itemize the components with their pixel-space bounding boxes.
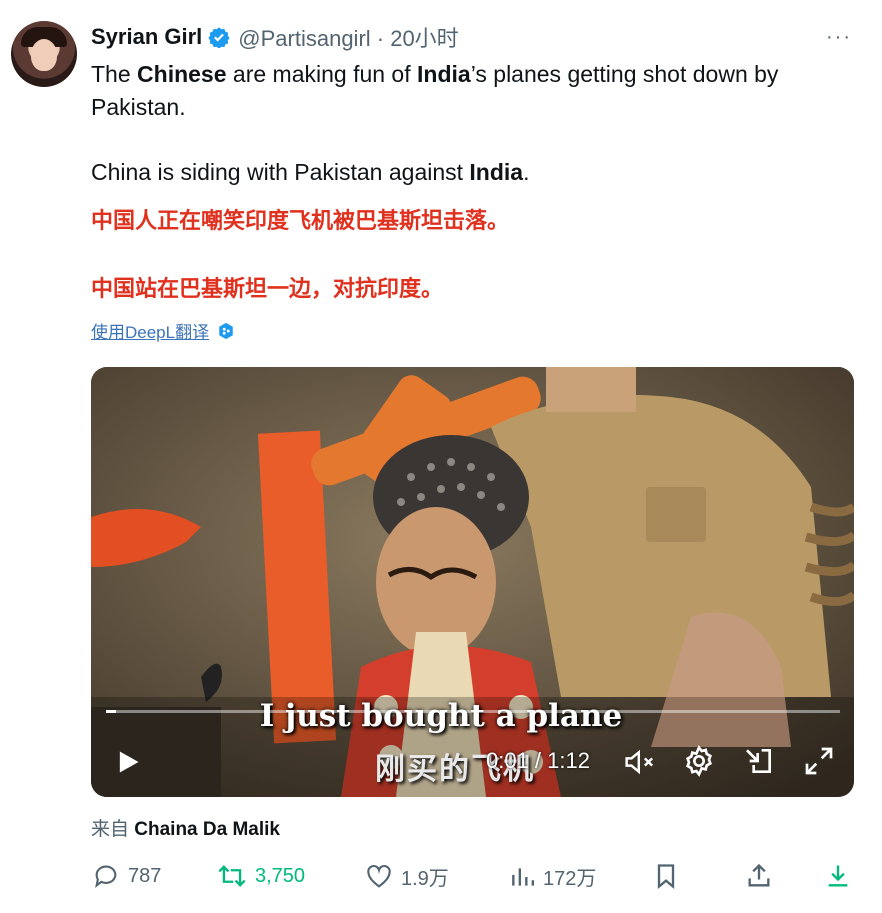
tweet-header: Syrian Girl @Partisangirl · 20小时 (91, 22, 459, 52)
reply-count: 787 (128, 864, 162, 887)
translate-link[interactable]: 使用DeepL翻译 (91, 318, 235, 343)
like-count: 1.9万 (401, 868, 449, 890)
chinese-text-line-2: 中国站在巴基斯坦一边，对抗印度。 (91, 277, 444, 302)
text-span: China is siding with Pakistan against (91, 159, 470, 185)
share-icon (748, 863, 770, 887)
tweet-action-bar: 787 3,750 1.9万 172万 (0, 860, 882, 896)
avatar-face (31, 39, 57, 71)
views-count: 172万 (543, 868, 597, 890)
video-time: 0:01 / 1:12 (486, 748, 590, 773)
download-button[interactable] (824, 862, 860, 890)
author-name[interactable]: Syrian Girl (91, 24, 202, 50)
reply-button[interactable]: 787 (92, 862, 161, 890)
reply-icon (95, 865, 117, 888)
play-icon[interactable] (114, 748, 142, 776)
text-span: are making fun of (226, 61, 418, 87)
text-bold: Chinese (137, 61, 227, 87)
video-progress-bar[interactable] (106, 710, 840, 713)
text-span: . (523, 159, 530, 185)
like-icon (367, 864, 391, 888)
translate-label: 使用DeepL翻译 (91, 323, 210, 342)
bookmark-button[interactable] (652, 862, 688, 890)
retweet-button[interactable]: 3,750 (217, 862, 305, 890)
views-icon (512, 867, 535, 886)
author-handle-time[interactable]: @Partisangirl · 20小时 (238, 21, 458, 53)
video-source: 来自 Chaina Da Malik (91, 814, 280, 841)
video-subtitle-en: I just bought a plane (259, 698, 623, 734)
download-icon (828, 865, 848, 887)
text-span: The (91, 61, 138, 87)
bookmark-icon (657, 864, 675, 889)
deepl-icon (219, 322, 233, 339)
fullscreen-icon[interactable] (803, 745, 835, 777)
tweet-text-paragraph-2: China is siding with Pakistan against In… (91, 156, 851, 189)
text-bold: India (469, 159, 524, 185)
retweet-count: 3,750 (255, 864, 306, 887)
mute-icon[interactable] (623, 746, 657, 778)
author-avatar[interactable] (11, 21, 77, 87)
video-progress-fill (106, 710, 117, 713)
like-button[interactable]: 1.9万 (365, 862, 449, 891)
source-name[interactable]: Chaina Da Malik (134, 819, 280, 840)
text-bold: India (417, 61, 471, 87)
source-prefix: 来自 (91, 819, 135, 840)
pip-icon[interactable] (743, 745, 775, 777)
settings-icon[interactable] (683, 745, 715, 777)
tweet-text-paragraph-1: The Chinese are making fun of India’s pl… (91, 58, 851, 124)
more-options-icon[interactable]: ··· (826, 26, 852, 48)
verified-badge-icon (208, 27, 230, 48)
share-button[interactable] (745, 862, 781, 890)
views-button[interactable]: 172万 (509, 862, 596, 891)
retweet-icon (218, 865, 246, 887)
chinese-text-line-1: 中国人正在嘲笑印度飞机被巴基斯坦击落。 (91, 209, 510, 234)
